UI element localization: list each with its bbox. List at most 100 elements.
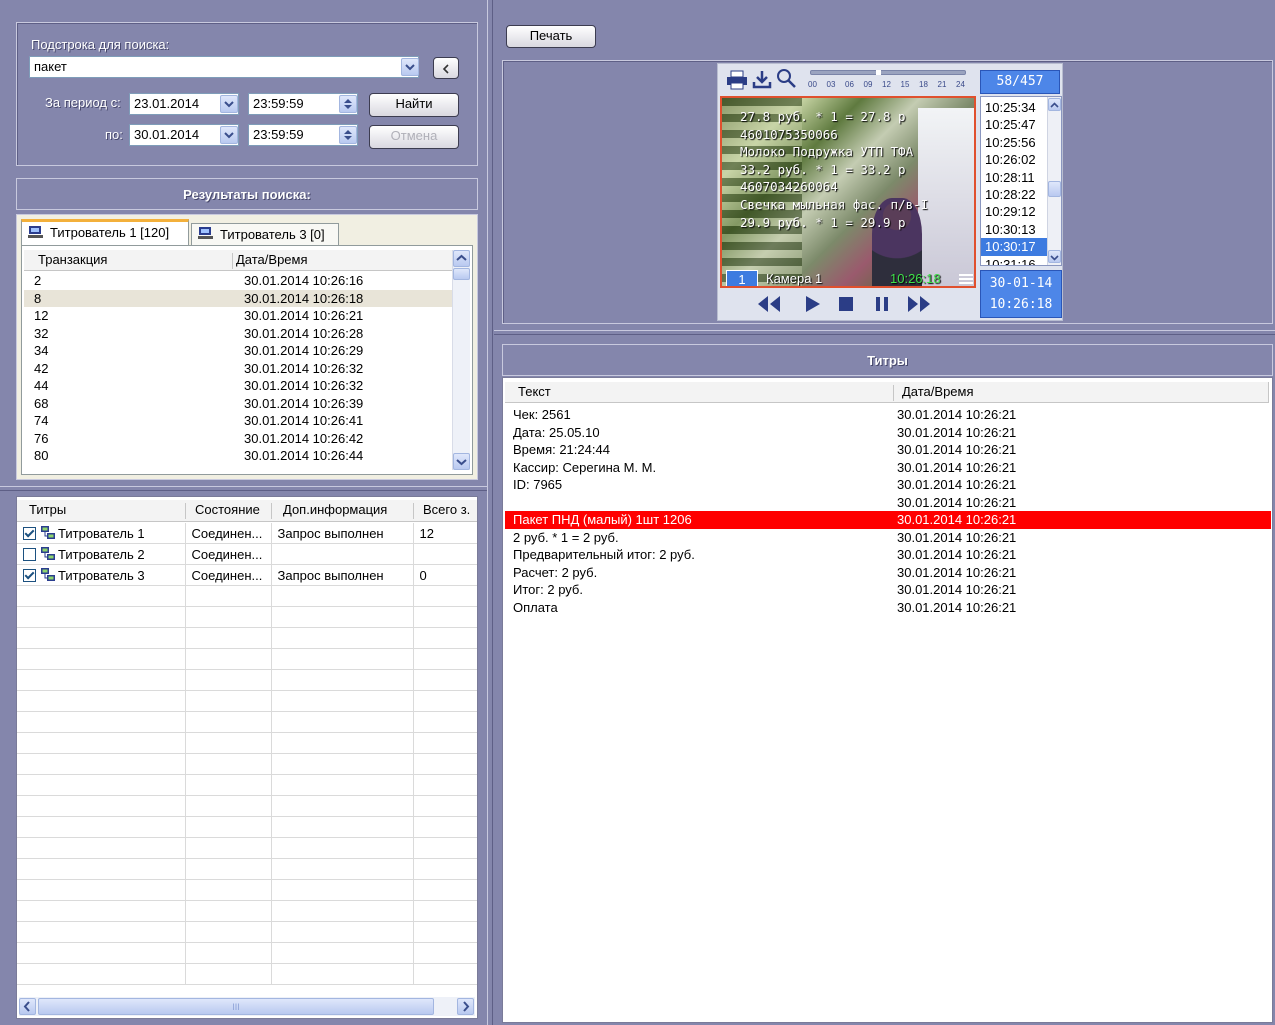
table-row[interactable]: 12 30.01.2014 10:26:21 xyxy=(24,307,452,325)
scroll-down-button[interactable] xyxy=(453,453,470,470)
download-icon[interactable] xyxy=(752,69,772,89)
table-row[interactable]: Расчет: 2 руб. 30.01.2014 10:26:21 xyxy=(505,564,1271,582)
table-row[interactable]: 74 30.01.2014 10:26:41 xyxy=(24,412,452,430)
timeline-track[interactable] xyxy=(810,70,966,75)
query-input[interactable]: пакет xyxy=(29,56,419,78)
empty-cell xyxy=(271,879,414,901)
table-row[interactable]: 2 30.01.2014 10:26:16 xyxy=(24,272,452,290)
time-list-item[interactable]: 10:31:16 xyxy=(981,256,1047,265)
time-list-item[interactable]: 10:25:47 xyxy=(981,116,1047,133)
rewind-icon[interactable] xyxy=(756,294,782,314)
print-icon[interactable] xyxy=(726,70,748,90)
time-list-item[interactable]: 10:29:12 xyxy=(981,203,1047,220)
table-row[interactable]: 34 30.01.2014 10:26:29 xyxy=(24,342,452,360)
column-state[interactable]: Состояние xyxy=(195,500,260,520)
column-info[interactable]: Доп.информация xyxy=(283,500,387,520)
time-to-spinner[interactable] xyxy=(339,126,357,144)
timeline[interactable]: 00 03 06 09 12 15 18 21 24 xyxy=(808,70,968,92)
table-row[interactable]: 32 30.01.2014 10:26:28 xyxy=(24,325,452,343)
menu-icon[interactable] xyxy=(958,272,974,286)
table-row[interactable]: 80 30.01.2014 10:26:44 xyxy=(24,447,452,465)
titrator-checkbox[interactable] xyxy=(23,548,36,561)
search-icon[interactable] xyxy=(776,68,798,88)
time-list-item[interactable]: 10:28:11 xyxy=(981,169,1047,186)
transaction-cell: 12 xyxy=(34,308,49,323)
print-button[interactable]: Печать xyxy=(506,25,596,48)
time-scrollbar[interactable] xyxy=(1047,97,1061,265)
back-button[interactable] xyxy=(433,57,459,79)
scroll-thumb[interactable] xyxy=(1048,181,1061,197)
time-list-item[interactable]: 10:26:02 xyxy=(981,151,1047,168)
empty-cell xyxy=(185,816,272,838)
scroll-up-button[interactable] xyxy=(1048,98,1061,111)
fast-forward-icon[interactable] xyxy=(906,294,932,314)
titrator-name-cell[interactable]: Титрователь 2 xyxy=(17,543,186,565)
time-list-item[interactable]: 10:25:34 xyxy=(981,99,1047,116)
table-row[interactable]: 2 руб. * 1 = 2 руб. 30.01.2014 10:26:21 xyxy=(505,529,1271,547)
video-frame[interactable]: 27.8 руб. * 1 = 27.8 р 4601075350066 Молок… xyxy=(720,96,976,288)
column-transaction[interactable]: Транзакция xyxy=(38,250,107,270)
table-row[interactable]: 76 30.01.2014 10:26:42 xyxy=(24,430,452,448)
empty-cell xyxy=(413,648,477,670)
table-row[interactable]: Предварительный итог: 2 руб. 30.01.2014 1… xyxy=(505,546,1271,564)
table-row[interactable]: Пакет ПНД (малый) 1шт 1206 30.01.2014 10:… xyxy=(505,511,1271,529)
table-row[interactable]: Оплата 30.01.2014 10:26:21 xyxy=(505,599,1271,617)
stop-icon[interactable] xyxy=(836,294,856,314)
results-scrollbar[interactable] xyxy=(452,250,470,470)
titrator-checkbox[interactable] xyxy=(23,527,36,540)
table-row[interactable]: 30.01.2014 10:26:21 xyxy=(505,494,1271,512)
table-row[interactable]: Дата: 25.05.10 30.01.2014 10:26:21 xyxy=(505,424,1271,442)
table-row[interactable]: 68 30.01.2014 10:26:39 xyxy=(24,395,452,413)
query-dropdown-button[interactable] xyxy=(401,58,419,76)
right-horizontal-splitter[interactable] xyxy=(494,330,1275,335)
table-row[interactable]: Чек: 2561 30.01.2014 10:26:21 xyxy=(505,406,1271,424)
time-list-item[interactable]: 10:25:56 xyxy=(981,134,1047,151)
tab-titrator-3[interactable]: Титрователь 3 [0] xyxy=(191,223,339,245)
titrator-name-cell[interactable]: Титрователь 1 xyxy=(17,523,186,544)
empty-cell xyxy=(185,900,272,922)
table-row[interactable]: Итог: 2 руб. 30.01.2014 10:26:21 xyxy=(505,581,1271,599)
left-horizontal-splitter[interactable] xyxy=(0,486,487,491)
empty-cell xyxy=(17,732,186,754)
column-datetime[interactable]: Дата/Время xyxy=(902,382,974,402)
table-row xyxy=(17,900,477,922)
scroll-right-button[interactable] xyxy=(457,998,474,1015)
titrators-hscrollbar[interactable]: III xyxy=(19,997,475,1016)
cancel-button[interactable]: Отмена xyxy=(369,125,459,149)
timeline-position[interactable] xyxy=(876,70,881,75)
time-list-item[interactable]: 10:28:22 xyxy=(981,186,1047,203)
find-button[interactable]: Найти xyxy=(369,93,459,117)
table-row[interactable]: Кассир: Серегина М. М. 30.01.2014 10:26:2… xyxy=(505,459,1271,477)
table-row[interactable]: ID: 7965 30.01.2014 10:26:21 xyxy=(505,476,1271,494)
scroll-thumb[interactable] xyxy=(453,268,470,280)
titrator-name-cell[interactable]: Титрователь 3 xyxy=(17,564,186,586)
scroll-down-button[interactable] xyxy=(1048,250,1061,263)
empty-cell xyxy=(17,900,186,922)
titrator-checkbox[interactable] xyxy=(23,569,36,582)
table-row[interactable]: Титрователь 3 Соединен... Запрос выполнен 0 xyxy=(17,564,477,586)
camera-number-badge[interactable]: 1 xyxy=(726,270,758,286)
table-row[interactable]: Время: 21:24:44 30.01.2014 10:26:21 xyxy=(505,441,1271,459)
time-items: 10:25:34 10:25:47 10:25:56 10:26:02 10:28:11… xyxy=(981,99,1047,265)
hscroll-thumb[interactable]: III xyxy=(38,998,434,1015)
column-titry[interactable]: Титры xyxy=(29,500,66,520)
date-from-dropdown-button[interactable] xyxy=(220,95,238,113)
table-row[interactable]: Титрователь 1 Соединен... Запрос выполнен 1… xyxy=(17,523,477,544)
column-total[interactable]: Всего з. xyxy=(423,500,470,520)
date-to-dropdown-button[interactable] xyxy=(220,126,238,144)
scroll-left-button[interactable] xyxy=(19,998,36,1015)
column-text[interactable]: Текст xyxy=(518,382,551,402)
column-datetime[interactable]: Дата/Время xyxy=(236,250,308,270)
tab-titrator-1[interactable]: Титрователь 1 [120] xyxy=(21,219,189,245)
pause-icon[interactable] xyxy=(872,294,892,314)
time-list-item[interactable]: 10:30:17 xyxy=(981,238,1047,256)
table-row[interactable]: 42 30.01.2014 10:26:32 xyxy=(24,360,452,378)
scroll-up-button[interactable] xyxy=(453,250,470,267)
play-icon[interactable] xyxy=(802,294,822,314)
time-list-item[interactable]: 10:30:13 xyxy=(981,221,1047,238)
time-from-spinner[interactable] xyxy=(339,95,357,113)
vertical-splitter[interactable] xyxy=(487,0,493,1025)
table-row[interactable]: 44 30.01.2014 10:26:32 xyxy=(24,377,452,395)
table-row[interactable]: 8 30.01.2014 10:26:18 xyxy=(24,289,452,307)
table-row[interactable]: Титрователь 2 Соединен... xyxy=(17,543,477,565)
